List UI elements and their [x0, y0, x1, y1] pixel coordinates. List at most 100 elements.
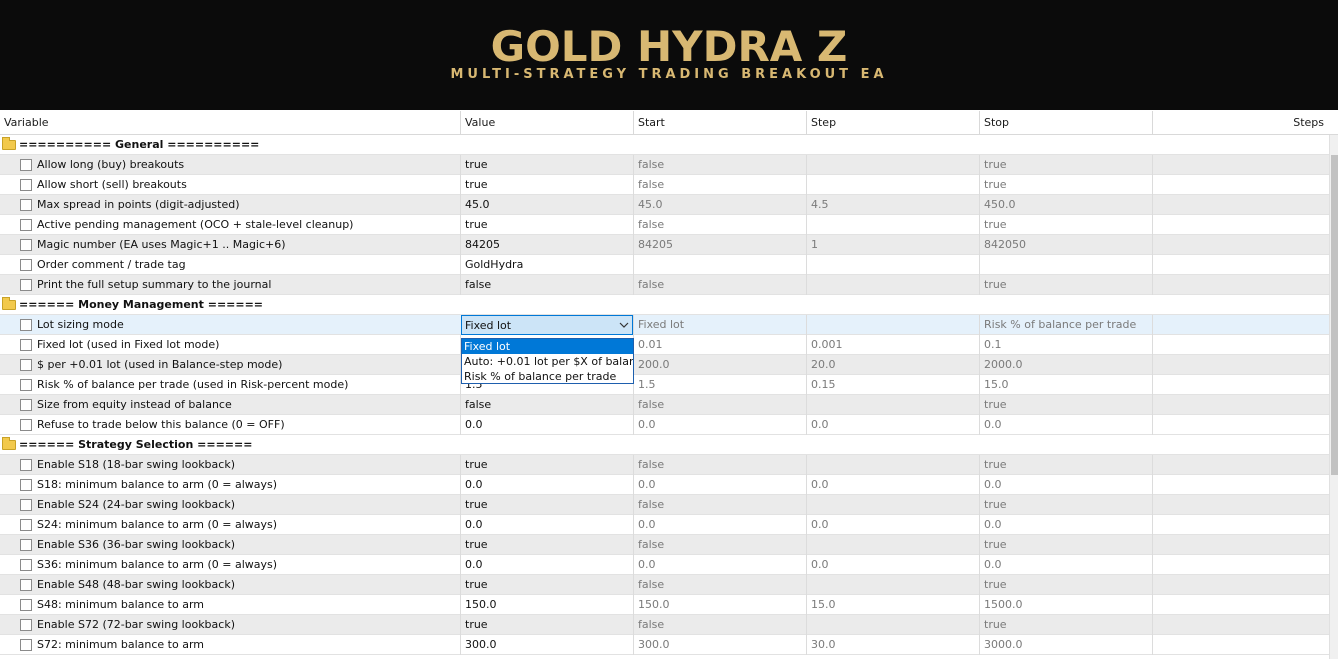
- parameter-step[interactable]: 20.0: [806, 355, 979, 375]
- parameter-start[interactable]: 45.0: [633, 195, 806, 215]
- parameter-stop[interactable]: true: [979, 275, 1152, 295]
- parameter-value[interactable]: 45.0: [460, 195, 633, 215]
- parameter-step[interactable]: [806, 615, 979, 635]
- parameter-value[interactable]: true: [460, 495, 633, 515]
- parameter-step[interactable]: [806, 455, 979, 475]
- parameter-row[interactable]: S18: minimum balance to arm (0 = always)…: [0, 475, 1329, 495]
- parameter-step[interactable]: 1: [806, 235, 979, 255]
- parameter-stop[interactable]: 842050: [979, 235, 1152, 255]
- parameter-start[interactable]: false: [633, 175, 806, 195]
- parameter-row[interactable]: $ per +0.01 lot (used in Balance-step mo…: [0, 355, 1329, 375]
- parameter-step[interactable]: 15.0: [806, 595, 979, 615]
- group-header-row[interactable]: ========== General ==========: [0, 135, 1329, 155]
- parameter-stop[interactable]: 2000.0: [979, 355, 1152, 375]
- parameter-value[interactable]: true: [460, 535, 633, 555]
- parameter-value[interactable]: 300.0: [460, 635, 633, 655]
- parameter-step[interactable]: [806, 495, 979, 515]
- parameter-stop[interactable]: 3000.0: [979, 635, 1152, 655]
- parameter-stop[interactable]: true: [979, 575, 1152, 595]
- parameter-row[interactable]: S48: minimum balance to arm 150.0 150.0 15.…: [0, 595, 1329, 615]
- parameter-value[interactable]: false: [460, 395, 633, 415]
- dropdown-option-fixed-lot[interactable]: Fixed lot: [462, 339, 633, 354]
- parameter-start[interactable]: 0.0: [633, 415, 806, 435]
- parameter-value[interactable]: 0.0: [460, 515, 633, 535]
- parameter-row[interactable]: Enable S24 (24-bar swing lookback) true fa…: [0, 495, 1329, 515]
- parameter-start[interactable]: 84205: [633, 235, 806, 255]
- group-header-row[interactable]: ====== Money Management ======: [0, 295, 1329, 315]
- parameter-start[interactable]: 1.5: [633, 375, 806, 395]
- parameter-start[interactable]: 200.0: [633, 355, 806, 375]
- parameter-row[interactable]: S36: minimum balance to arm (0 = always)…: [0, 555, 1329, 575]
- parameter-row[interactable]: Size from equity instead of balance false…: [0, 395, 1329, 415]
- parameter-step[interactable]: [806, 575, 979, 595]
- parameter-start[interactable]: false: [633, 535, 806, 555]
- parameter-start[interactable]: false: [633, 575, 806, 595]
- parameter-start[interactable]: 300.0: [633, 635, 806, 655]
- vertical-scrollbar[interactable]: [1329, 135, 1338, 659]
- parameter-stop[interactable]: 1500.0: [979, 595, 1152, 615]
- parameter-start[interactable]: false: [633, 455, 806, 475]
- parameter-row[interactable]: Lot sizing mode Fixed lot Fixed lot Risk % …: [0, 315, 1329, 335]
- parameter-step[interactable]: [806, 395, 979, 415]
- parameter-start[interactable]: 0.0: [633, 555, 806, 575]
- parameter-value[interactable]: 0.0: [460, 475, 633, 495]
- parameter-value[interactable]: true: [460, 175, 633, 195]
- parameter-row[interactable]: Enable S18 (18-bar swing lookback) true fa…: [0, 455, 1329, 475]
- dropdown-option-risk-percent[interactable]: Risk % of balance per trade: [462, 369, 633, 384]
- parameter-stop[interactable]: true: [979, 155, 1152, 175]
- parameter-start[interactable]: false: [633, 275, 806, 295]
- parameter-row[interactable]: Allow short (sell) breakouts true false tru…: [0, 175, 1329, 195]
- parameter-row[interactable]: S24: minimum balance to arm (0 = always)…: [0, 515, 1329, 535]
- parameter-value[interactable]: GoldHydra: [460, 255, 633, 275]
- parameter-step[interactable]: 0.0: [806, 415, 979, 435]
- column-header-step[interactable]: Step: [806, 111, 979, 135]
- chevron-down-icon[interactable]: [619, 320, 629, 330]
- parameter-row[interactable]: Enable S36 (36-bar swing lookback) true fa…: [0, 535, 1329, 555]
- parameter-value[interactable]: true: [460, 615, 633, 635]
- dropdown-option-auto-balance-step[interactable]: Auto: +0.01 lot per $X of balance: [462, 354, 633, 369]
- column-header-steps[interactable]: Steps: [1152, 111, 1338, 135]
- parameter-row[interactable]: Allow long (buy) breakouts true false true: [0, 155, 1329, 175]
- column-header-stop[interactable]: Stop: [979, 111, 1152, 135]
- parameter-step[interactable]: 30.0: [806, 635, 979, 655]
- parameter-value[interactable]: 0.0: [460, 555, 633, 575]
- parameter-start[interactable]: false: [633, 155, 806, 175]
- parameter-stop[interactable]: true: [979, 495, 1152, 515]
- parameter-value[interactable]: true: [460, 575, 633, 595]
- parameter-start[interactable]: [633, 255, 806, 275]
- parameter-value[interactable]: true: [460, 155, 633, 175]
- parameter-step[interactable]: 0.0: [806, 555, 979, 575]
- parameter-row[interactable]: S72: minimum balance to arm 300.0 300.0 30.…: [0, 635, 1329, 655]
- parameter-start[interactable]: false: [633, 395, 806, 415]
- parameter-start[interactable]: 0.0: [633, 515, 806, 535]
- parameter-step[interactable]: [806, 275, 979, 295]
- parameter-row[interactable]: Risk % of balance per trade (used in Ris…: [0, 375, 1329, 395]
- parameter-row[interactable]: Order comment / trade tag GoldHydra: [0, 255, 1329, 275]
- parameter-stop[interactable]: [979, 255, 1152, 275]
- parameter-step[interactable]: [806, 255, 979, 275]
- parameter-stop[interactable]: true: [979, 535, 1152, 555]
- parameter-start[interactable]: Fixed lot: [633, 315, 806, 335]
- parameter-row[interactable]: Active pending management (OCO + stale-l…: [0, 215, 1329, 235]
- parameter-step[interactable]: [806, 315, 979, 335]
- parameter-step[interactable]: [806, 215, 979, 235]
- parameter-value[interactable]: true: [460, 215, 633, 235]
- parameter-stop[interactable]: true: [979, 395, 1152, 415]
- parameter-stop[interactable]: 0.0: [979, 415, 1152, 435]
- column-header-variable[interactable]: Variable: [0, 111, 460, 135]
- parameter-step[interactable]: [806, 155, 979, 175]
- parameter-step[interactable]: 0.001: [806, 335, 979, 355]
- parameter-row[interactable]: Enable S72 (72-bar swing lookback) true fa…: [0, 615, 1329, 635]
- scrollbar-thumb[interactable]: [1331, 155, 1338, 475]
- parameter-step[interactable]: 0.0: [806, 515, 979, 535]
- column-header-value[interactable]: Value: [460, 111, 633, 135]
- parameter-stop[interactable]: 15.0: [979, 375, 1152, 395]
- parameter-row[interactable]: Fixed lot (used in Fixed lot mode) 0.01 0.…: [0, 335, 1329, 355]
- parameter-start[interactable]: false: [633, 215, 806, 235]
- parameter-stop[interactable]: 0.0: [979, 555, 1152, 575]
- parameter-step[interactable]: [806, 535, 979, 555]
- column-header-start[interactable]: Start: [633, 111, 806, 135]
- parameter-row[interactable]: Refuse to trade below this balance (0 = …: [0, 415, 1329, 435]
- parameter-value[interactable]: 150.0: [460, 595, 633, 615]
- parameter-row[interactable]: Enable S48 (48-bar swing lookback) true fa…: [0, 575, 1329, 595]
